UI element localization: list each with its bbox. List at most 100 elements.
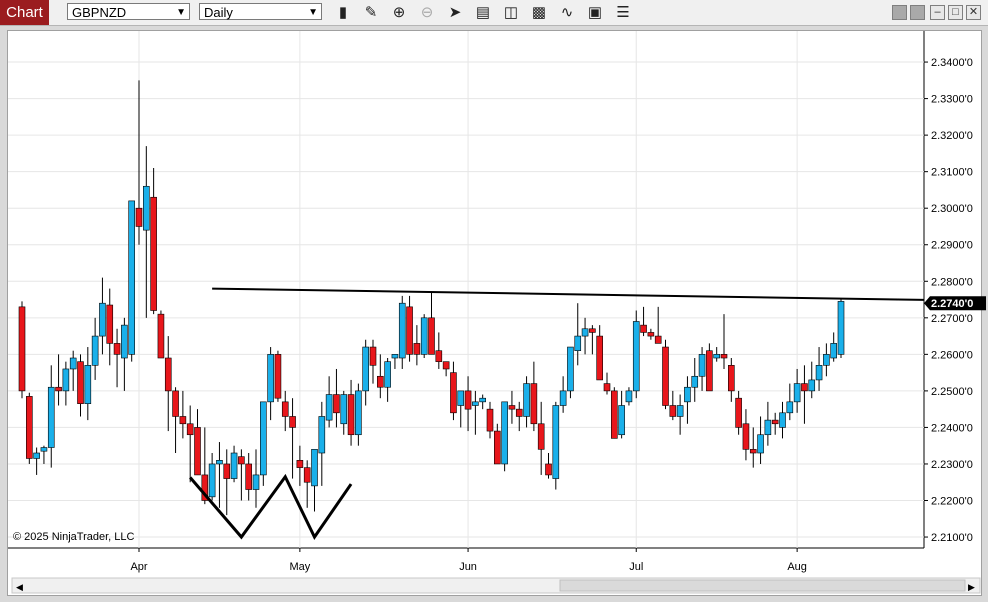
candle-body [62,368,70,392]
candle-body [618,405,625,436]
candle-body [530,383,538,425]
candle-body [369,346,377,366]
drawings: 2.2740'0 [189,287,986,541]
candle-body [135,207,143,227]
candle-body [260,401,267,476]
candle-body [684,386,691,403]
candle-body [450,372,457,414]
candle-body [786,401,794,414]
x-tick-label: Jul [629,561,643,573]
candle-body [143,185,150,231]
x-axis-labels: Apr May Jun Jul Aug [130,561,806,573]
candle-body [742,423,750,450]
y-tick-label: 2.2700'0 [931,313,973,325]
y-tick-label: 2.3300'0 [931,94,973,106]
candle-body [296,460,304,468]
candle-body [501,401,508,465]
candle-body [464,390,472,410]
candle-body [632,321,640,392]
candle-body [442,361,450,370]
candle-body [793,383,801,403]
candle-body [545,463,552,476]
candle-body [99,302,106,337]
candle-body [823,354,830,366]
candle-body [830,343,837,359]
candle-body [55,386,62,392]
candle-body [26,396,33,459]
candle-body [355,390,362,436]
candle-body [779,412,786,428]
candle-body [757,434,764,454]
copyright-text: © 2025 NinjaTrader, LLC [13,531,134,543]
price-chart[interactable]: 2.3400'0 2.3300'0 2.3200'0 2.3100'0 2.3000'0… [0,0,988,602]
candle-body [706,350,713,392]
candle-body [420,317,428,355]
x-tick-label: Aug [787,561,807,573]
x-tick-label: May [289,561,310,573]
candle-body [676,405,684,417]
candle-body [281,401,289,417]
candle-body [552,405,560,479]
candle-body [391,354,399,359]
candle-body [728,365,735,392]
candle-body [150,196,157,311]
candle-body [801,383,808,392]
candle-body [428,317,435,355]
candle-body [515,408,523,417]
candle-body [77,361,84,404]
candle-body [340,394,348,425]
candle-body [274,354,282,399]
scroll-left-icon[interactable]: ◀ [16,582,23,592]
candle-body [303,467,311,483]
candle-body [559,390,567,406]
candle-body [216,460,223,465]
candle-body [413,343,421,355]
candle-body [771,419,779,425]
candle-body [84,365,92,404]
candle-body [640,324,647,333]
candle-body [106,304,114,344]
candle-body [457,390,465,406]
candle-body [567,346,574,392]
candle-body [735,397,742,428]
resistance-line [212,287,925,301]
candle-body [713,354,720,359]
candle-body [691,375,699,388]
candle-body [289,416,296,428]
y-tick-label: 2.2200'0 [931,496,973,508]
candle-body [18,306,26,392]
candle-body [815,365,823,381]
candle-body [384,361,391,388]
candle-body [508,405,516,410]
x-tick-label: Jun [459,561,477,573]
candle-body [311,449,318,487]
candle-body [523,383,530,417]
candle-body [808,379,816,392]
candle-body [91,335,99,366]
candle-body [186,423,194,436]
candle-body [33,452,40,459]
candle-body [669,405,677,417]
candle-body [325,394,333,421]
candle-body [398,302,406,359]
candle-body [128,200,135,355]
candle-body [377,375,384,388]
candle-body [611,390,618,439]
candle-body [245,463,252,490]
candle-body [589,328,596,333]
candle-body [698,354,706,377]
scrollbar-thumb[interactable] [559,579,966,592]
last-price-label: 2.2740'0 [931,298,973,310]
candle-body [435,350,443,362]
candle-body [69,357,77,370]
scroll-right-icon[interactable]: ▶ [968,582,975,592]
x-tick-label: Apr [130,561,147,573]
candle-body [113,343,121,355]
candle-body [720,354,728,359]
y-tick-label: 2.2500'0 [931,386,973,398]
candle-body [654,335,662,344]
candle-body [172,390,179,417]
candle-body [625,390,633,403]
candle-body [121,324,128,359]
candle-body [164,357,172,392]
